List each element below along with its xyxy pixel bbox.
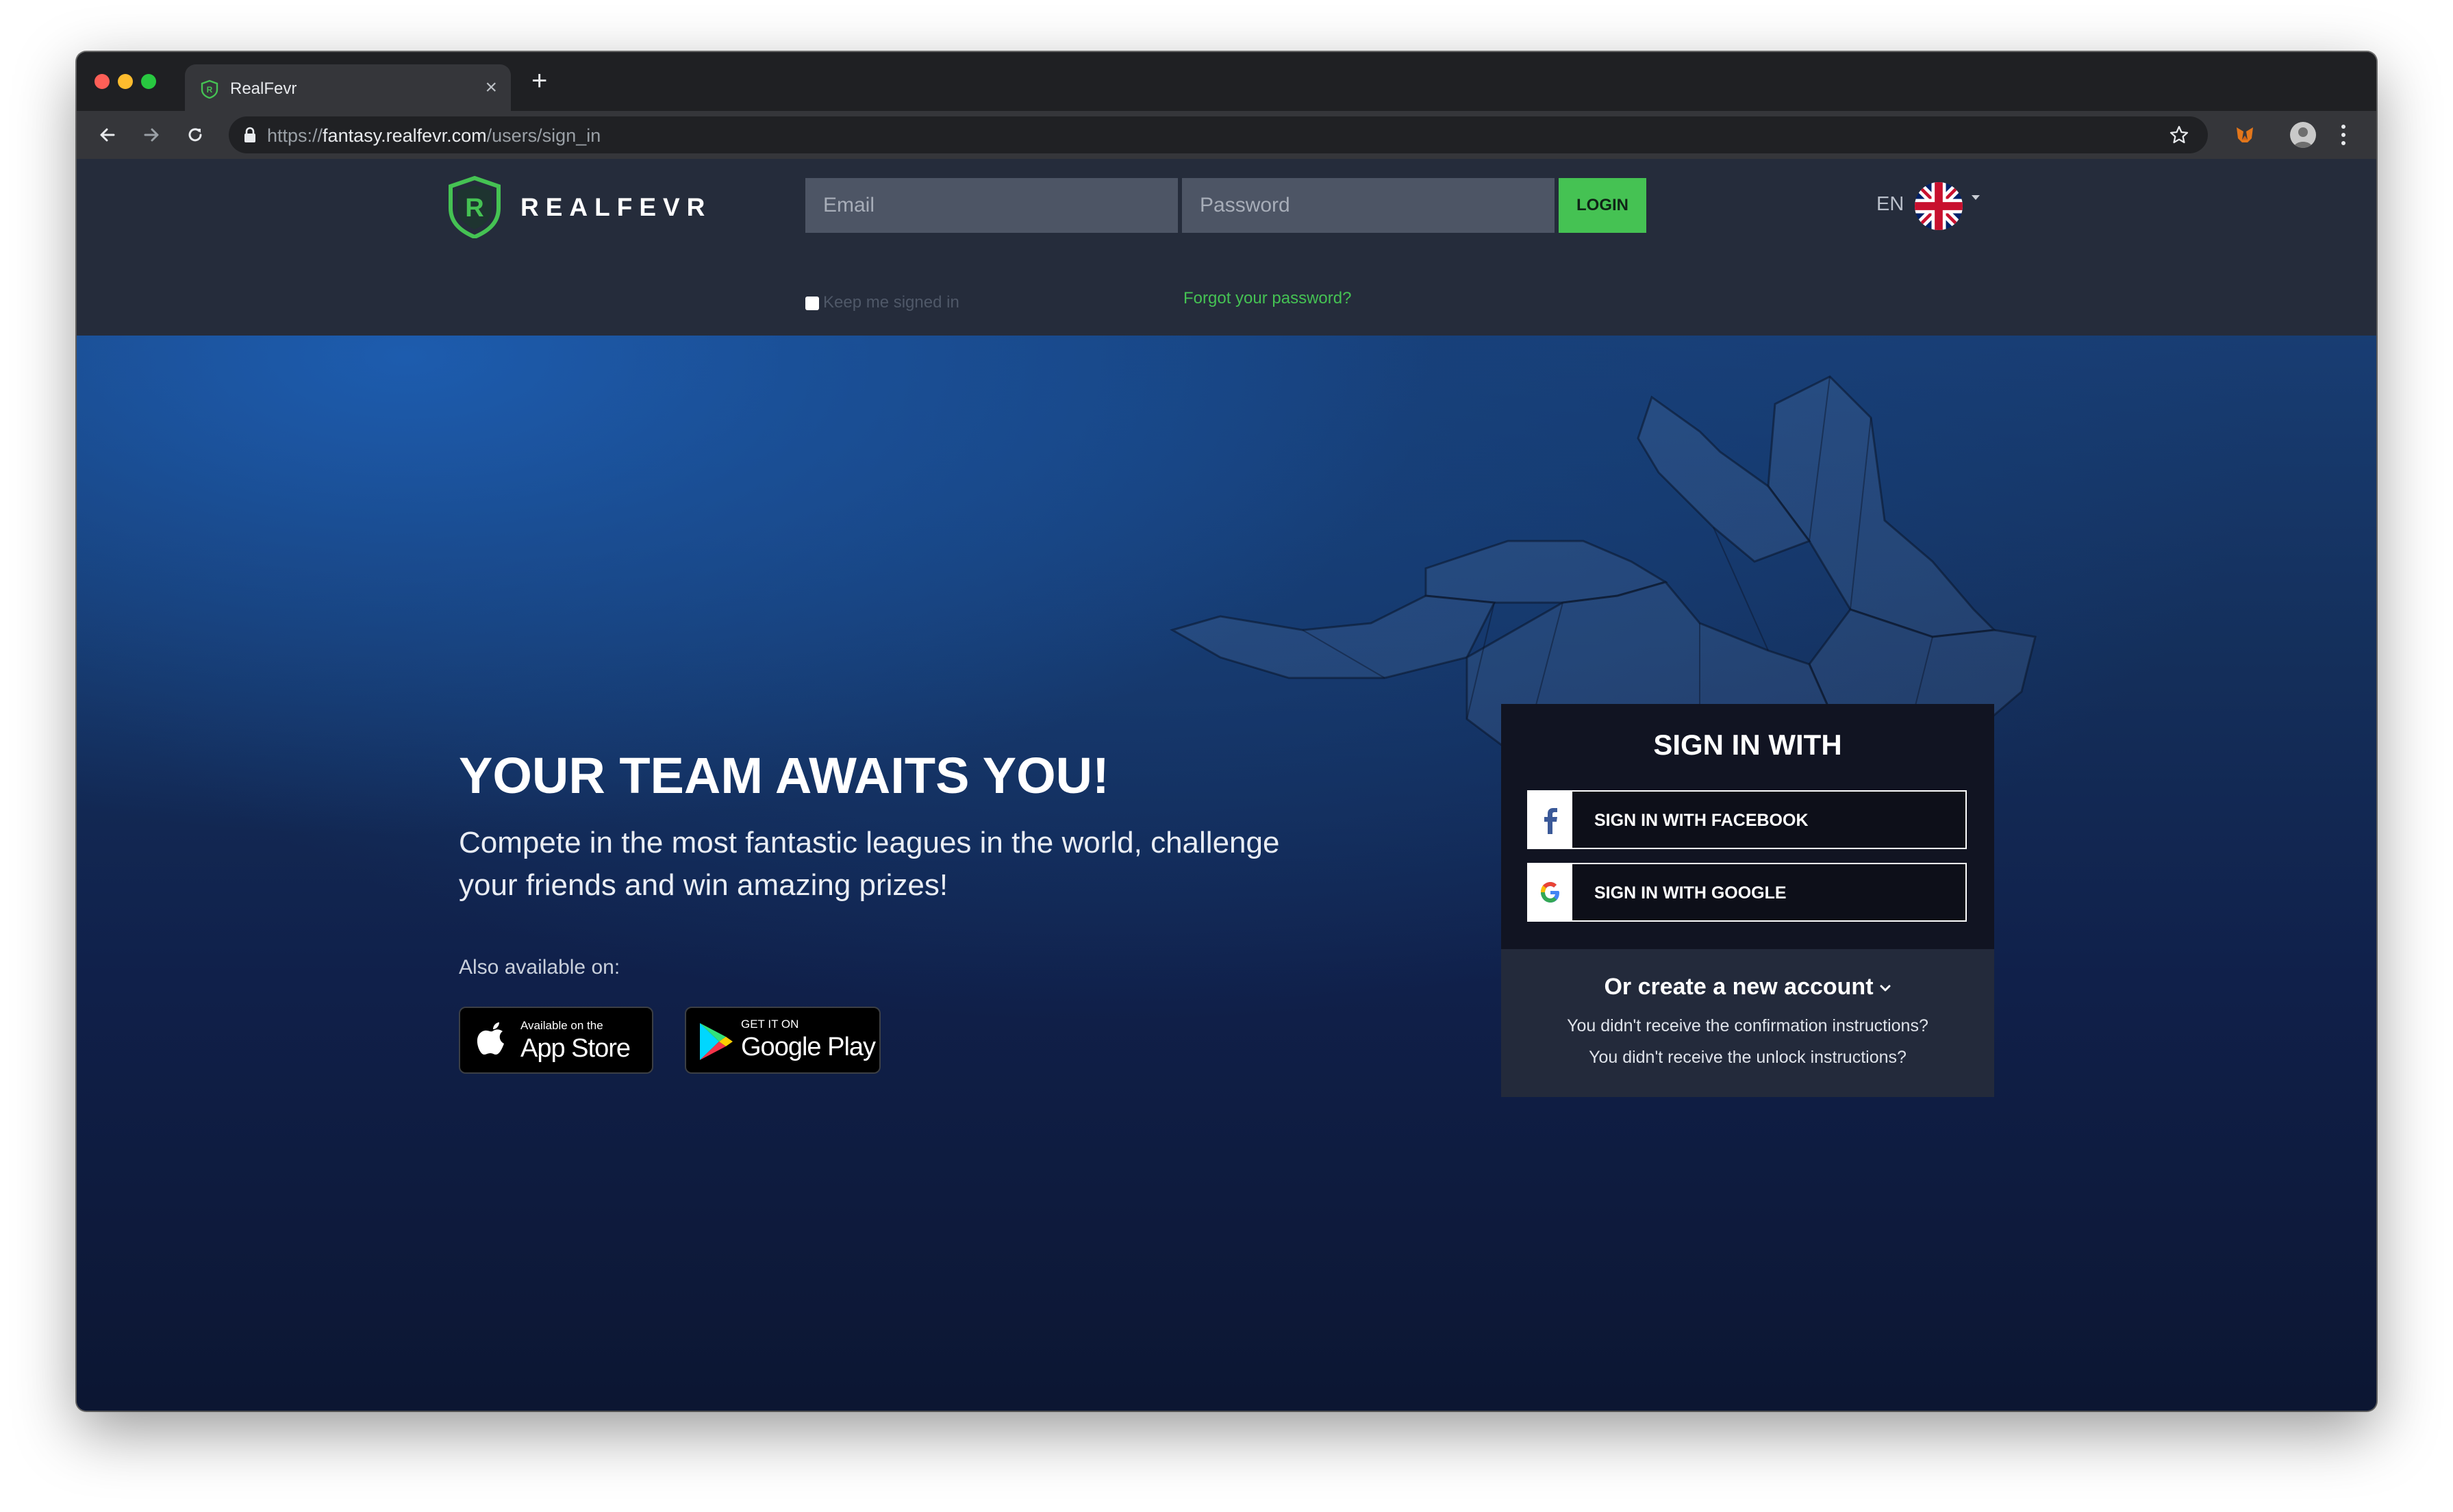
google-play-badge[interactable]: GET IT ON Google Play bbox=[685, 1007, 881, 1074]
reload-icon[interactable] bbox=[182, 122, 208, 148]
url-scheme: https:// bbox=[267, 125, 323, 146]
app-store-badge[interactable]: Available on the App Store bbox=[459, 1007, 653, 1074]
logo-wordmark: REALFEVR bbox=[520, 193, 712, 221]
site-header: R REALFEVR LOGIN Keep me signed in Forgo… bbox=[77, 159, 2376, 336]
tab-strip: R RealFevr × + bbox=[77, 52, 2376, 111]
profile-person-icon bbox=[2293, 127, 2313, 148]
profile-avatar[interactable] bbox=[2290, 122, 2316, 148]
realfevr-shield-icon: R bbox=[449, 175, 501, 238]
create-account-label: Or create a new account bbox=[1604, 974, 1874, 1000]
login-button[interactable]: LOGIN bbox=[1559, 178, 1646, 233]
keep-signed-in-checkbox[interactable] bbox=[805, 296, 819, 310]
sign-in-title: SIGN IN WITH bbox=[1653, 729, 1842, 761]
forgot-password-link[interactable]: Forgot your password? bbox=[1183, 289, 1351, 308]
browser-menu-icon[interactable] bbox=[2335, 122, 2352, 148]
url-text: https://fantasy.realfevr.com/users/sign_… bbox=[267, 125, 601, 147]
password-field[interactable] bbox=[1182, 178, 1555, 233]
minimize-window-button[interactable] bbox=[118, 74, 133, 89]
url-path: /users/sign_in bbox=[486, 125, 601, 146]
address-bar[interactable]: https://fantasy.realfevr.com/users/sign_… bbox=[229, 116, 2208, 153]
sign-in-card: SIGN IN WITH SIGN IN WITH FACEBOOK SIGN … bbox=[1501, 704, 1994, 1097]
google-play-big-text: Google Play bbox=[741, 1033, 876, 1061]
metamask-extension-icon[interactable] bbox=[2232, 122, 2257, 147]
svg-text:R: R bbox=[207, 85, 213, 94]
sign-in-facebook-button[interactable]: SIGN IN WITH FACEBOOK bbox=[1527, 790, 1967, 849]
google-g-icon bbox=[1541, 882, 1559, 903]
uk-flag-icon bbox=[1915, 182, 1963, 230]
browser-window: R RealFevr × + https://fantasy.realfevr.… bbox=[77, 52, 2376, 1411]
url-host: fantasy.realfevr.com bbox=[323, 125, 487, 146]
browser-toolbar: https://fantasy.realfevr.com/users/sign_… bbox=[77, 111, 2376, 159]
email-field[interactable] bbox=[805, 178, 1178, 233]
maximize-window-button[interactable] bbox=[141, 74, 156, 89]
also-available-label: Also available on: bbox=[459, 956, 620, 979]
svg-text:R: R bbox=[465, 194, 483, 223]
google-play-icon bbox=[700, 1023, 733, 1060]
confirmation-instructions-link[interactable]: You didn't receive the confirmation inst… bbox=[1501, 1016, 1994, 1036]
sign-in-card-bottom: Or create a new account You didn't recei… bbox=[1501, 949, 1994, 1097]
close-window-button[interactable] bbox=[95, 74, 110, 89]
sign-in-card-top: SIGN IN WITH SIGN IN WITH FACEBOOK SIGN … bbox=[1501, 704, 1994, 949]
facebook-icon bbox=[1544, 808, 1557, 834]
realfevr-favicon-icon: R bbox=[201, 79, 218, 99]
tab-realfevr[interactable]: R RealFevr × bbox=[185, 64, 511, 111]
lock-icon bbox=[244, 127, 255, 142]
google-icon-box bbox=[1529, 864, 1572, 920]
forward-arrow-icon[interactable] bbox=[138, 122, 164, 148]
unlock-instructions-link[interactable]: You didn't receive the unlock instructio… bbox=[1501, 1048, 1994, 1068]
hero-section: YOUR TEAM AWAITS YOU! Compete in the mos… bbox=[77, 336, 2376, 1411]
new-tab-button[interactable]: + bbox=[531, 67, 547, 94]
keep-signed-in-label: Keep me signed in bbox=[823, 293, 959, 312]
apple-icon bbox=[477, 1022, 504, 1055]
language-code: EN bbox=[1876, 193, 1904, 215]
sign-in-facebook-label: SIGN IN WITH FACEBOOK bbox=[1594, 811, 1809, 830]
hero-headline: YOUR TEAM AWAITS YOU! bbox=[459, 747, 1109, 804]
create-account-link[interactable]: Or create a new account bbox=[1501, 974, 1994, 1000]
caret-down-icon bbox=[1972, 195, 1980, 200]
bookmark-star-icon[interactable] bbox=[2168, 124, 2190, 146]
tab-close-icon[interactable]: × bbox=[485, 75, 497, 100]
back-arrow-icon[interactable] bbox=[95, 122, 121, 148]
hero-subline: Compete in the most fantastic leagues in… bbox=[459, 826, 1280, 902]
facebook-icon-box bbox=[1529, 792, 1572, 848]
sign-in-google-button[interactable]: SIGN IN WITH GOOGLE bbox=[1527, 863, 1967, 922]
google-play-small-text: GET IT ON bbox=[741, 1018, 799, 1031]
app-store-small-text: Available on the bbox=[520, 1019, 603, 1032]
app-store-big-text: App Store bbox=[520, 1034, 631, 1063]
tab-title: RealFevr bbox=[230, 79, 297, 98]
sign-in-google-label: SIGN IN WITH GOOGLE bbox=[1594, 883, 1787, 903]
keep-signed-in[interactable]: Keep me signed in bbox=[805, 293, 959, 314]
chevron-down-icon bbox=[1880, 985, 1891, 992]
